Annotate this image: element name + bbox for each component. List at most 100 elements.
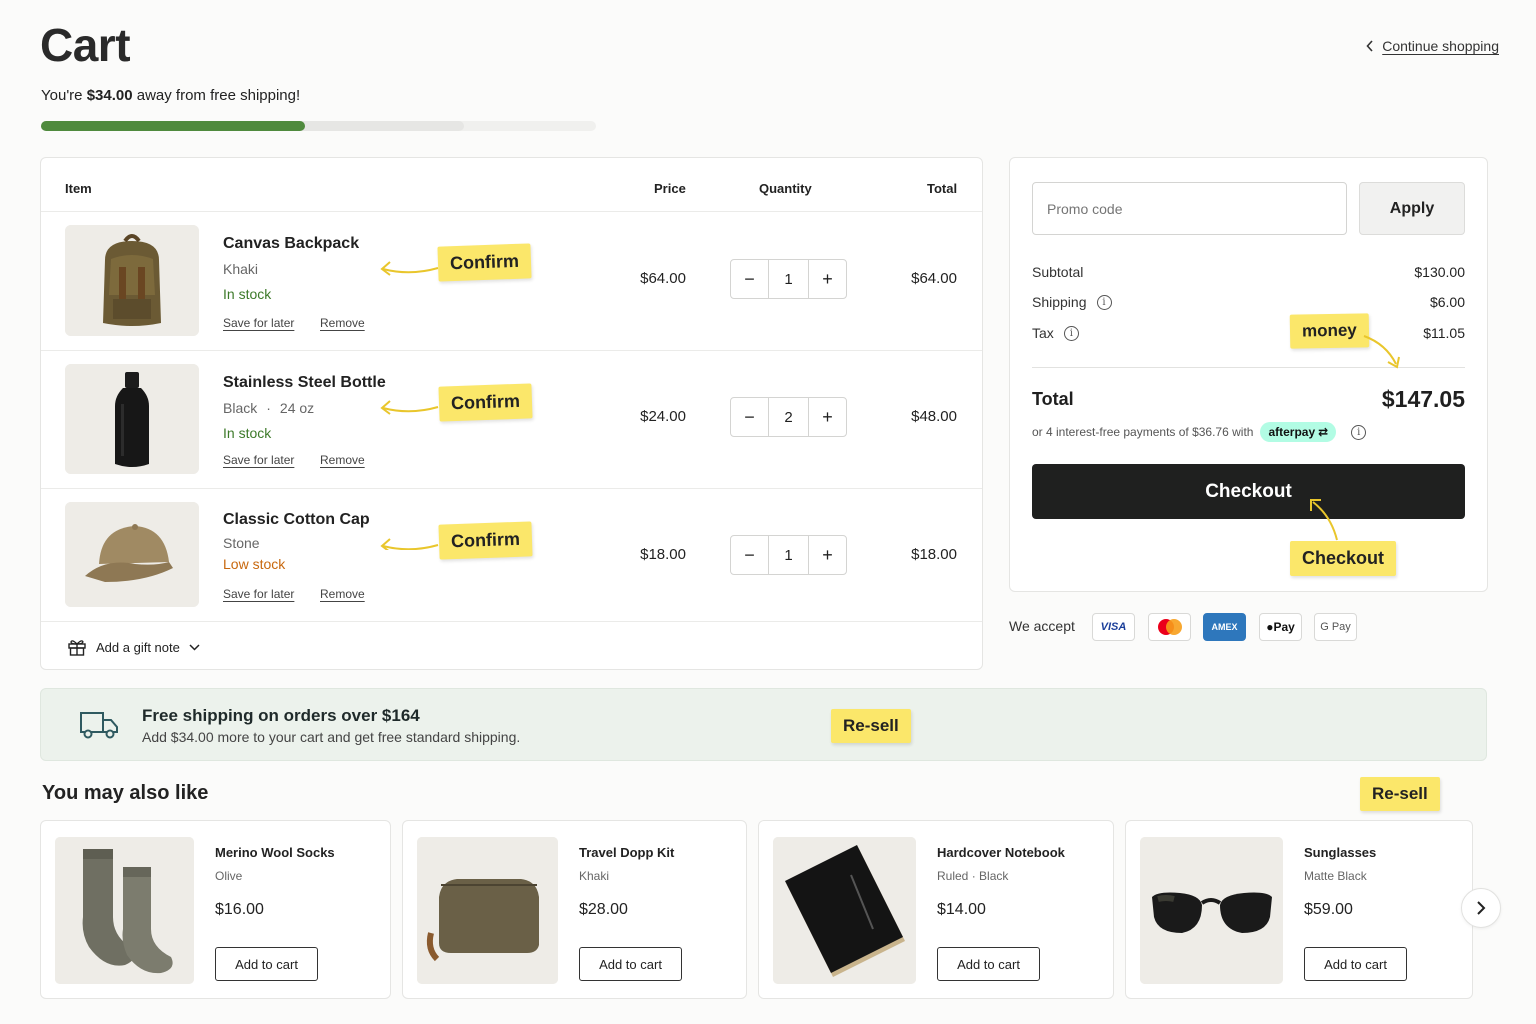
item-name[interactable]: Classic Cotton Cap [223,511,370,529]
total-value: $147.05 [1381,386,1465,412]
promo-code-input[interactable] [1032,182,1347,235]
sticky-note: Confirm [437,243,532,282]
tax-label-row: Tax i [1032,325,1079,341]
product-image-dopp-kit[interactable] [417,837,558,984]
tax-value: $11.05 [1423,325,1465,341]
product-name[interactable]: Merino Wool Socks [215,845,335,860]
progress-fill [41,121,305,131]
product-image-notebook[interactable] [773,837,916,984]
divider [41,211,982,212]
installments-text: or 4 interest-free payments of $36.76 wi… [1032,425,1254,439]
shipping-value: $6.00 [1429,294,1465,310]
chevron-left-icon [1366,40,1373,52]
save-for-later-link[interactable]: Save for later [223,587,294,601]
product-price: $16.00 [215,901,264,918]
stock-status: In stock [223,425,272,441]
item-variant-group: Black · 24 oz [223,400,314,416]
shipping-label: Shipping [1032,294,1087,310]
remove-link[interactable]: Remove [320,587,365,601]
save-for-later-link[interactable]: Save for later [223,453,294,467]
remove-link[interactable]: Remove [320,316,365,330]
product-variant: Ruled · Black [937,869,1009,883]
product-price: $28.00 [579,901,628,918]
product-price: $14.00 [937,901,986,918]
info-icon[interactable]: i [1096,294,1112,310]
quantity-increase-button[interactable]: + [809,536,846,574]
amex-card-icon: AMEX [1203,613,1246,641]
installments-row: or 4 interest-free payments of $36.76 wi… [1032,422,1367,442]
divider [41,488,982,489]
item-total: $18.00 [911,546,957,563]
product-image-backpack[interactable] [65,225,199,336]
item-name[interactable]: Stainless Steel Bottle [223,374,386,392]
product-card[interactable]: Travel Dopp Kit Khaki $28.00 Add to cart [402,820,747,999]
carousel-next-button[interactable] [1461,888,1501,928]
apply-button[interactable]: Apply [1359,182,1465,235]
afterpay-badge[interactable]: afterpay ⇄ [1260,422,1337,442]
product-image-bottle[interactable] [65,364,199,474]
quantity-increase-button[interactable]: + [809,260,846,298]
variant-separator: · [266,400,271,416]
checkout-button[interactable]: Checkout [1032,464,1465,519]
banner-title: Free shipping on orders over $164 [142,706,420,725]
order-summary: Apply Subtotal $130.00 Shipping i $6.00 T… [1009,157,1488,592]
add-to-cart-button[interactable]: Add to cart [937,947,1040,981]
product-card[interactable]: Sunglasses Matte Black $59.00 Add to car… [1125,820,1473,999]
product-variant: Matte Black [1304,869,1367,883]
subtotal-value: $130.00 [1414,264,1465,280]
chevron-right-icon [1477,901,1486,915]
product-card[interactable]: Hardcover Notebook Ruled · Black $14.00 … [758,820,1114,999]
add-gift-note-button[interactable]: Add a gift note [67,638,200,656]
shipping-label-row: Shipping i [1032,294,1112,310]
quantity-decrease-button[interactable]: − [731,398,768,436]
free-shipping-suffix: away from free shipping! [132,87,301,104]
item-name[interactable]: Canvas Backpack [223,235,359,253]
tax-label: Tax [1032,325,1054,341]
stock-status: Low stock [223,556,286,572]
product-image-socks[interactable] [55,837,194,984]
product-name[interactable]: Sunglasses [1304,845,1376,860]
save-for-later-link[interactable]: Save for later [223,316,294,330]
item-variant: Stone [223,535,260,551]
apple-pay-icon: ● Pay [1259,613,1302,641]
quantity-input[interactable]: 1 [768,536,809,574]
quantity-stepper: − 2 + [730,397,847,437]
google-pay-icon: G Pay [1314,613,1357,641]
arrow-icon [1310,499,1338,541]
item-price: $18.00 [640,546,686,563]
product-image-cap[interactable] [65,502,199,607]
item-total: $64.00 [911,270,957,287]
gift-note-label: Add a gift note [96,639,180,655]
add-to-cart-button[interactable]: Add to cart [579,947,682,981]
quantity-decrease-button[interactable]: − [731,536,768,574]
info-icon[interactable]: i [1063,325,1079,341]
afterpay-icon: ⇄ [1318,425,1329,439]
quantity-decrease-button[interactable]: − [731,260,768,298]
column-header-price: Price [654,181,686,196]
product-variant: Olive [215,869,243,883]
product-name[interactable]: Hardcover Notebook [937,845,1065,860]
product-card[interactable]: Merino Wool Socks Olive $16.00 Add to ca… [40,820,391,999]
add-to-cart-button[interactable]: Add to cart [215,947,318,981]
product-image-sunglasses[interactable] [1140,837,1283,984]
sticky-note: Re-sell [1360,777,1440,811]
product-price: $59.00 [1304,901,1353,918]
total-label: Total [1032,389,1074,409]
product-name[interactable]: Travel Dopp Kit [579,845,674,860]
quantity-input[interactable]: 2 [768,398,809,436]
info-icon[interactable]: i [1351,424,1367,440]
free-shipping-banner: Free shipping on orders over $164 Add $3… [40,688,1487,761]
chevron-down-icon [189,643,200,651]
remove-link[interactable]: Remove [320,453,365,467]
continue-shopping-label: Continue shopping [1382,38,1499,54]
quantity-increase-button[interactable]: + [809,398,846,436]
recommendations-title: You may also like [42,782,209,804]
continue-shopping-link[interactable]: Continue shopping [1366,38,1499,54]
divider [41,350,982,351]
quantity-input[interactable]: 1 [768,260,809,298]
column-header-item: Item [65,181,92,196]
add-to-cart-button[interactable]: Add to cart [1304,947,1407,981]
free-shipping-amount: $34.00 [86,87,133,104]
sticky-note: Checkout [1290,541,1397,576]
subtotal-label-row: Subtotal [1032,264,1083,280]
